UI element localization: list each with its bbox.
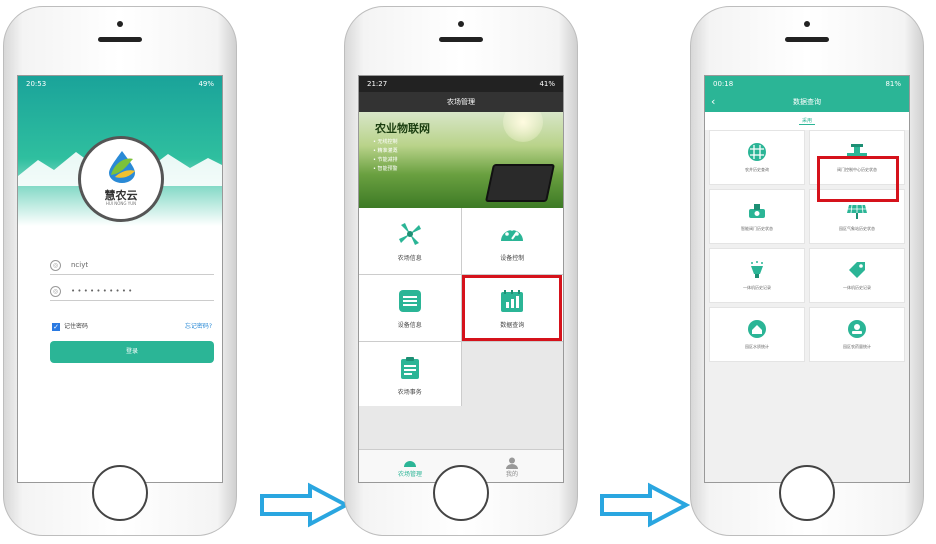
remember-checkbox[interactable]: ✓ 记住密码 <box>52 321 88 331</box>
banner-item: • 节能减排 <box>373 157 398 163</box>
tag-icon <box>849 262 865 278</box>
tab-label: 农场管理 <box>397 470 422 478</box>
highlight-box <box>817 156 899 202</box>
empty-tile <box>461 342 563 408</box>
phone-frame-data-query: 00:18 81% ‹ 数据查询 采用 农井历史查询 阀门控制中心历史状态 智能… <box>690 6 924 536</box>
tablet-image <box>484 164 556 202</box>
banner-item: • 智能预警 <box>373 166 398 172</box>
banner-list: • 无线控制 • 精准灌溉 • 节能减排 • 智能预警 <box>373 136 398 174</box>
home-button[interactable] <box>92 465 148 521</box>
forgot-password-link[interactable]: 忘记密码? <box>185 321 212 330</box>
tile-device-info[interactable]: 设备信息 <box>359 275 461 341</box>
home-button[interactable] <box>779 465 835 521</box>
remember-label: 记住密码 <box>64 323 89 330</box>
login-screen: 20:53 49% 慧农云 HUI NONG YUN ◎ nciyt ◎ • •… <box>17 75 223 483</box>
app-logo: 慧农云 HUI NONG YUN <box>78 136 164 222</box>
tile-label: 园区气象站历史状态 <box>839 226 875 231</box>
tile-label: 农场信息 <box>397 254 422 262</box>
page-title: 农场管理 <box>359 92 563 112</box>
page-title-bar: ‹ 数据查询 <box>705 92 909 112</box>
tab-label: 我的 <box>505 470 518 478</box>
logo-subtext: HUI NONG YUN <box>105 201 137 206</box>
person-icon <box>506 457 518 469</box>
tile-label: 智能阀门历史状态 <box>741 226 773 231</box>
check-icon: ✓ <box>52 322 60 331</box>
login-button[interactable]: 登录 <box>50 341 214 363</box>
farm-management-screen: 21:27 41% 农场管理 农业物联网 • 无线控制 • 精准灌溉 • 节能减… <box>358 75 564 483</box>
phone-frame-login: 20:53 49% 慧农云 HUI NONG YUN ◎ nciyt ◎ • •… <box>3 6 237 536</box>
banner-item: • 精准灌溉 <box>373 148 398 154</box>
password-value: • • • • • • • • • • <box>71 287 133 295</box>
data-query-screen: 00:18 81% ‹ 数据查询 采用 农井历史查询 阀门控制中心历史状态 智能… <box>704 75 910 483</box>
tile-farm-affairs[interactable]: 农场事务 <box>359 342 461 408</box>
back-chevron-icon[interactable]: ‹ <box>711 92 715 112</box>
clipboard-icon <box>400 356 419 379</box>
sub-tab[interactable]: 采用 <box>798 118 815 125</box>
status-battery: 49% <box>198 80 214 88</box>
tile-integrated-history-2[interactable]: 一体机历史记录 <box>809 248 905 303</box>
status-bar: 00:18 81% <box>705 76 909 92</box>
speaker <box>439 37 483 42</box>
solar-panel-icon <box>847 204 867 219</box>
status-time: 00:18 <box>713 80 734 88</box>
speaker <box>785 37 829 42</box>
list-icon <box>398 289 421 312</box>
status-battery: 81% <box>885 80 901 88</box>
arrow-right-icon <box>260 482 350 528</box>
speaker <box>98 37 142 42</box>
home-button[interactable] <box>433 465 489 521</box>
tile-pesticide-stats[interactable]: 园区农药量统计 <box>809 307 905 362</box>
tile-device-control[interactable]: 设备控制 <box>461 208 563 274</box>
tile-label: 一体机历史记录 <box>843 285 871 290</box>
arrow-right-icon <box>600 482 690 528</box>
username-value: nciyt <box>71 261 89 269</box>
user-icon: ◎ <box>50 259 61 271</box>
status-time: 21:27 <box>367 80 388 88</box>
globe-grid-icon <box>748 143 766 161</box>
tile-label: 园区水质统计 <box>745 344 769 349</box>
lock-icon: ◎ <box>50 285 61 297</box>
sun-glow <box>503 112 543 142</box>
password-field[interactable]: ◎ • • • • • • • • • • <box>50 282 214 301</box>
camera <box>458 21 464 27</box>
tile-label: 一体机历史记录 <box>743 285 771 290</box>
username-field[interactable]: ◎ nciyt <box>50 256 214 275</box>
tile-farm-info[interactable]: 农场信息 <box>359 208 461 274</box>
sub-tab-bar: 采用 <box>705 112 909 131</box>
tile-smart-valve[interactable]: 智能阀门历史状态 <box>709 189 805 244</box>
sprinkler-icon <box>751 261 763 278</box>
tile-label: 设备控制 <box>500 254 525 262</box>
page-title: 数据查询 <box>793 98 821 106</box>
camera <box>804 21 810 27</box>
tile-integrated-history-1[interactable]: 一体机历史记录 <box>709 248 805 303</box>
status-battery: 41% <box>539 80 555 88</box>
windmill-icon <box>398 222 421 245</box>
tile-label: 农场事务 <box>397 388 422 396</box>
banner-title: 农业物联网 <box>375 122 430 135</box>
phone-frame-farm: 21:27 41% 农场管理 农业物联网 • 无线控制 • 精准灌溉 • 节能减… <box>344 6 578 536</box>
meter-icon <box>749 204 765 218</box>
person-badge-icon <box>848 320 866 338</box>
iot-banner: 农业物联网 • 无线控制 • 精准灌溉 • 节能减排 • 智能预警 <box>359 112 563 208</box>
status-bar: 21:27 41% <box>359 76 563 92</box>
remember-row: ✓ 记住密码 忘记密码? <box>52 321 212 331</box>
tile-label: 设备信息 <box>397 321 422 329</box>
leaf-drop-icon <box>109 151 135 183</box>
gauge-icon <box>501 226 524 241</box>
status-bar: 20:53 49% <box>18 76 222 92</box>
tile-label: 农井历史查询 <box>745 167 769 172</box>
tile-water-quality[interactable]: 园区水质统计 <box>709 307 805 362</box>
tile-well-history[interactable]: 农井历史查询 <box>709 130 805 185</box>
house-icon <box>748 320 766 338</box>
banner-item: • 无线控制 <box>373 139 398 145</box>
highlight-box <box>462 275 562 341</box>
tile-label: 园区农药量统计 <box>843 344 871 349</box>
camera <box>117 21 123 27</box>
status-time: 20:53 <box>26 80 47 88</box>
gauge-icon <box>404 460 416 467</box>
